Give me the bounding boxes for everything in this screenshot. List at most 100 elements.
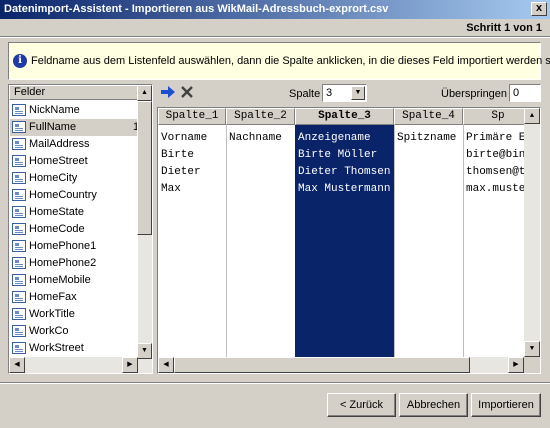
column-label: Spalte [289, 88, 321, 100]
column-select[interactable]: 3 ▼ [322, 84, 367, 102]
title-bar[interactable]: Datenimport-Assistent - Importieren aus … [0, 0, 550, 19]
field-list-item[interactable]: WorkStreet [10, 340, 138, 357]
grid-cell[interactable] [394, 147, 463, 164]
grid-cell[interactable] [226, 147, 295, 164]
field-list-item[interactable]: HomeState [10, 204, 138, 221]
field-list-item[interactable]: HomeCountry [10, 187, 138, 204]
field-label: HomeStreet [29, 155, 88, 167]
grid-cell[interactable]: max.muste [463, 181, 533, 198]
grid-cell[interactable]: Dieter [158, 164, 226, 181]
field-icon [12, 104, 26, 116]
field-icon [12, 138, 26, 150]
field-list-item[interactable]: HomeCity [10, 170, 138, 187]
field-label: NickName [29, 104, 80, 116]
grid-cell[interactable]: Vorname [158, 130, 226, 147]
field-list-item[interactable]: HomePhone2 [10, 255, 138, 272]
column-select-value: 3 [326, 87, 333, 99]
scroll-up-button[interactable]: ▲ [137, 85, 152, 101]
skip-input[interactable]: 0 [509, 84, 541, 102]
grid-cell[interactable] [226, 181, 295, 198]
grid-scroll-up-button[interactable]: ▲ [524, 108, 540, 124]
field-list-item[interactable]: NickName [10, 102, 138, 119]
field-list-item[interactable]: HomeCode [10, 221, 138, 238]
column-header[interactable]: Sp [463, 108, 533, 125]
field-icon [12, 342, 26, 354]
field-list-item[interactable]: HomeStreet [10, 153, 138, 170]
field-list-item[interactable]: MailAddress [10, 136, 138, 153]
grid-cell[interactable] [226, 164, 295, 181]
field-icon [12, 155, 26, 167]
field-label: HomeCode [29, 223, 85, 235]
fields-hscrollbar[interactable]: ◀ ▶ [9, 357, 138, 373]
field-list-item[interactable]: WorkTitle [10, 306, 138, 323]
field-list-item[interactable]: FullName1 [10, 119, 139, 136]
grid-scroll-thumb[interactable] [174, 357, 470, 373]
cancel-button[interactable]: Abbrechen [399, 393, 468, 417]
field-icon [12, 121, 26, 133]
scroll-thumb[interactable] [137, 101, 152, 235]
grid-cell[interactable]: Nachname [226, 130, 295, 147]
info-box: i Feldname aus dem Listenfeld auswählen,… [8, 42, 550, 80]
field-icon [12, 206, 26, 218]
field-icon [12, 189, 26, 201]
grid-cell[interactable]: birte@bin [463, 147, 533, 164]
field-label: HomeCity [29, 172, 78, 184]
field-icon [12, 257, 26, 269]
field-label: WorkStreet [29, 342, 84, 354]
scroll-left-button[interactable]: ◀ [9, 357, 25, 373]
grid-cell[interactable]: Spitzname [394, 130, 463, 147]
chevron-down-icon[interactable]: ▼ [351, 86, 365, 100]
back-button[interactable]: < Zurück [327, 393, 396, 417]
field-icon [12, 223, 26, 235]
field-list-item[interactable]: HomeMobile [10, 272, 138, 289]
grid-cell[interactable]: Birte Möller [295, 147, 394, 164]
grid-cell[interactable]: Dieter Thomsen [295, 164, 394, 181]
divider-top [0, 36, 550, 38]
field-list-item[interactable]: HomeFax [10, 289, 138, 306]
right-arrow-icon[interactable] [161, 86, 175, 98]
grid-scroll-right-button[interactable]: ▶ [508, 357, 524, 373]
column-header[interactable]: Spalte_2 [226, 108, 295, 125]
grid-scroll-down-button[interactable]: ▼ [524, 341, 540, 357]
delete-x-icon[interactable] [181, 86, 193, 98]
grid-scroll-left-button[interactable]: ◀ [158, 357, 174, 373]
scroll-right-button[interactable]: ▶ [122, 357, 138, 373]
grid-cell[interactable]: Anzeigename [295, 130, 394, 147]
data-preview-grid[interactable]: Spalte_1 Vorname Birte Dieter Max Spalte_2 Nac… [157, 107, 541, 374]
field-icon [12, 172, 26, 184]
field-label: HomePhone1 [29, 240, 97, 252]
field-label: MailAddress [29, 138, 90, 150]
grid-scrollbar[interactable]: ▲ ▼ [524, 108, 540, 357]
grid-cell[interactable] [394, 181, 463, 198]
window-title: Datenimport-Assistent - Importieren aus … [4, 3, 389, 15]
grid-cell[interactable]: Max Mustermann [295, 181, 394, 198]
info-text: Feldname aus dem Listenfeld auswählen, d… [31, 55, 550, 67]
fields-header[interactable]: Felder [9, 85, 140, 100]
grid-cell[interactable] [394, 164, 463, 181]
field-label: HomeFax [29, 291, 77, 303]
field-list-item[interactable]: WorkCo [10, 323, 138, 340]
grid-hscrollbar[interactable]: ◀ ▶ [158, 357, 524, 373]
import-button[interactable]: Importieren [471, 393, 541, 417]
info-icon: i [13, 54, 27, 68]
field-label: HomeMobile [29, 274, 91, 286]
column-header[interactable]: Spalte_1 [158, 108, 226, 125]
field-icon [12, 240, 26, 252]
grid-cell[interactable]: Max [158, 181, 226, 198]
grid-cell[interactable]: Primäre E [463, 130, 533, 147]
column-header[interactable]: Spalte_3 [295, 108, 394, 125]
fields-scrollbar[interactable]: ▲ ▼ [137, 85, 152, 373]
field-label: HomeState [29, 206, 85, 218]
column-header[interactable]: Spalte_4 [394, 108, 463, 125]
field-label: HomePhone2 [29, 257, 97, 269]
grid-cell[interactable]: thomsen@t [463, 164, 533, 181]
field-label: HomeCountry [29, 189, 97, 201]
scroll-corner [524, 357, 540, 373]
field-list-item[interactable]: HomePhone1 [10, 238, 138, 255]
fields-list[interactable]: Felder NickName FullName1 MailAddress HomeS… [8, 84, 153, 374]
scroll-down-button[interactable]: ▼ [137, 343, 152, 359]
field-icon [12, 308, 26, 320]
close-button[interactable]: x [531, 2, 547, 16]
field-label: WorkTitle [29, 308, 75, 320]
grid-cell[interactable]: Birte [158, 147, 226, 164]
